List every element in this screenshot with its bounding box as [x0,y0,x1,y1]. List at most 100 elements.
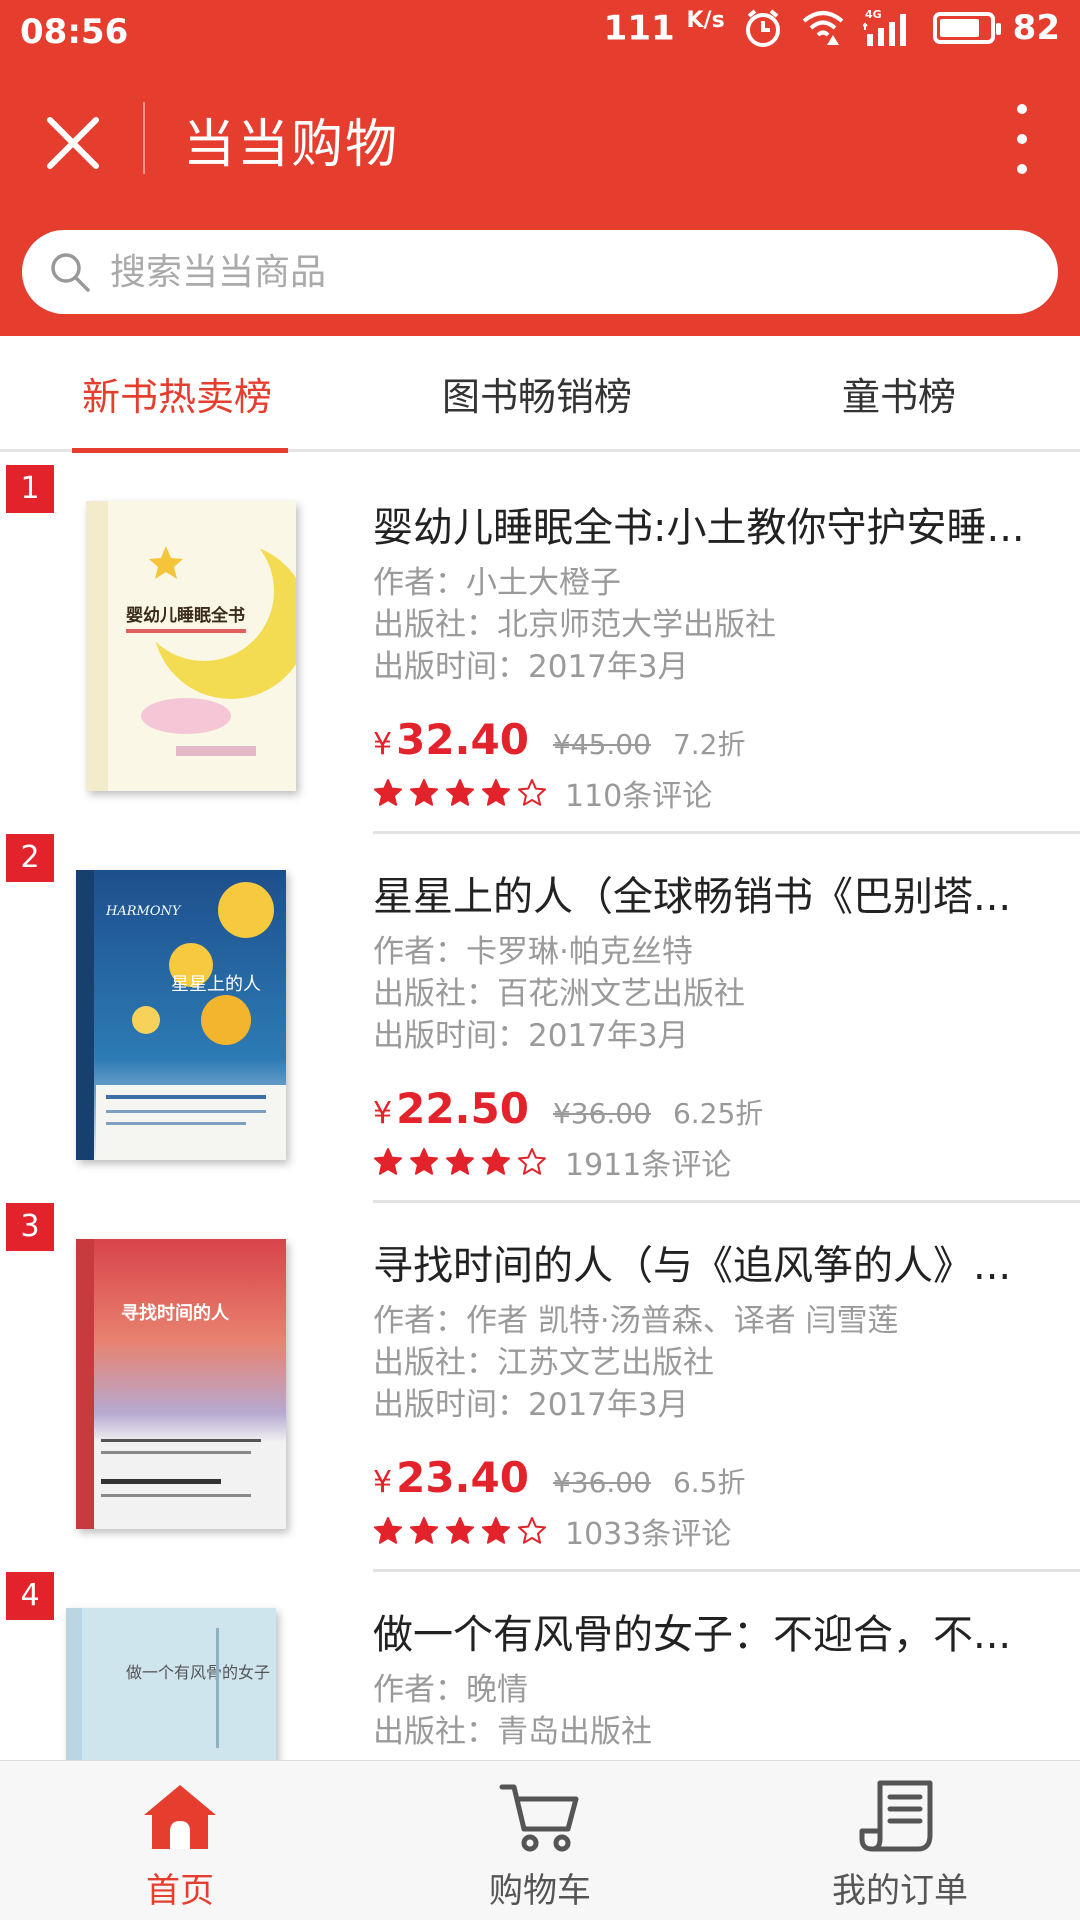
discount: 6.25折 [672,1097,764,1130]
title-bar: 当当购物 [0,90,1080,190]
list-item[interactable]: 3 寻找时间的人 寻找时间的人（与《追风筝的人》... 作者：作者 凯特·汤普森… [0,1203,1080,1572]
rating-row: 1911条评论 [373,1140,731,1184]
cart-icon [499,1784,579,1852]
currency-symbol: ¥ [373,1465,393,1500]
tab-new-books[interactable]: 新书热卖榜 [82,366,272,421]
star-empty-icon [518,779,546,806]
book-publisher: 出版社：百花洲文艺出版社 [373,976,745,1012]
rank-badge: 2 [6,834,54,882]
cover-subtitle: HARMONY [105,904,182,919]
book-publisher: 出版社：北京师范大学出版社 [373,607,776,643]
app-header: 08:56 111 K/s 4G 82 当当购物 [0,0,1080,336]
battery-percent: 82 [1012,8,1060,49]
more-menu-icon[interactable] [1002,104,1042,174]
star-rating [373,778,553,808]
book-author: 作者：小土大橙子 [373,565,621,601]
nav-orders[interactable]: 我的订单 [790,1779,1010,1912]
book-cover[interactable]: 婴幼儿睡眠全书 [86,501,296,791]
signal-icon: 4G [862,8,906,47]
cover-art: 寻找时间的人 [76,1239,286,1529]
book-title[interactable]: 做一个有风骨的女子：不迎合，不... [373,1602,1043,1660]
currency-symbol: ¥ [373,727,393,762]
book-cover[interactable]: 寻找时间的人 [76,1239,286,1529]
network-speed-value: 111 [603,8,675,49]
star-empty-icon [518,1517,546,1544]
cover-title: 做一个有风骨的女子 [126,1663,270,1682]
list-item[interactable]: 2 HARMONY 星星上的人 星星上的人（全球畅销书《巴别塔... 作者：卡罗… [0,834,1080,1203]
alarm-icon [745,9,780,48]
list-item[interactable]: 1 婴幼儿睡眠全书 婴幼儿睡眠全书:小土教你守护安睡... 作者：小土大橙子 出… [0,465,1080,834]
title-divider [143,102,145,174]
rank-badge: 3 [6,1203,54,1251]
star-filled-icon [482,1517,510,1544]
cover-title: 婴幼儿睡眠全书 [126,605,245,626]
discount: 6.5折 [672,1466,746,1499]
home-icon [144,1785,216,1849]
star-empty-icon [518,1148,546,1175]
nav-cart[interactable]: 购物车 [430,1779,650,1912]
nav-label: 我的订单 [832,1871,968,1911]
star-filled-icon [482,779,510,806]
book-publisher: 出版社：江苏文艺出版社 [373,1345,714,1381]
close-icon[interactable] [40,110,106,176]
battery-level [939,19,980,38]
price-row: ¥ 22.50 ¥36.00 6.25折 [373,1084,763,1133]
cover-art: 婴幼儿睡眠全书 [86,501,296,791]
bottom-nav: 首页 购物车 我的订单 [0,1760,1080,1920]
book-title[interactable]: 星星上的人（全球畅销书《巴别塔... [373,864,1043,922]
discount: 7.2折 [672,728,746,761]
status-bar: 08:56 111 K/s 4G 82 [0,0,1080,64]
book-publisher: 出版社：青岛出版社 [373,1714,652,1750]
star-filled-icon [410,779,438,806]
review-count[interactable]: 110条评论 [565,771,712,815]
rank-badge: 1 [6,465,54,513]
cover-title: 寻找时间的人 [121,1302,230,1324]
tab-bestsellers[interactable]: 图书畅销榜 [442,366,632,421]
original-price: ¥45.00 [552,728,651,761]
review-count[interactable]: 1911条评论 [565,1140,731,1184]
star-filled-icon [374,1148,402,1175]
star-rating [373,1516,553,1546]
search-icon [51,253,90,292]
search-input[interactable] [110,251,1010,293]
book-author: 作者：作者 凯特·汤普森、译者 闫雪莲 [373,1303,899,1339]
book-list: 1 婴幼儿睡眠全书 婴幼儿睡眠全书:小土教你守护安睡... 作者：小土大橙子 出… [0,465,1080,1760]
tab-children-books[interactable]: 童书榜 [842,366,956,421]
star-filled-icon [446,1517,474,1544]
ranking-tabs: 新书热卖榜 图书畅销榜 童书榜 [0,336,1080,453]
review-count[interactable]: 1033条评论 [565,1509,731,1553]
book-title[interactable]: 婴幼儿睡眠全书:小土教你守护安睡... [373,495,1043,553]
book-author: 作者：卡罗琳·帕克丝特 [373,934,693,970]
network-speed: 111 K/s [604,8,725,48]
sale-price: 23.40 [396,1453,529,1502]
cover-art: HARMONY 星星上的人 [76,870,286,1160]
nav-home[interactable]: 首页 [70,1779,290,1912]
original-price: ¥36.00 [552,1097,651,1130]
nav-label: 购物车 [489,1871,591,1911]
book-pub-date: 出版时间：2017年3月 [373,649,689,685]
battery-icon [932,12,1001,45]
star-rating [373,1147,553,1177]
book-cover[interactable]: HARMONY 星星上的人 [76,870,286,1160]
network-speed-unit: K/s [686,8,725,33]
book-pub-date: 出版时间：2017年3月 [373,1018,689,1054]
original-price: ¥36.00 [552,1466,651,1499]
book-cover[interactable]: 做一个有风骨的女子 [66,1608,276,1760]
book-title[interactable]: 寻找时间的人（与《追风筝的人》... [373,1233,1043,1291]
cover-title: 星星上的人 [171,974,261,995]
star-filled-icon [374,779,402,806]
rank-badge: 4 [6,1572,54,1620]
star-filled-icon [410,1148,438,1175]
price-row: ¥ 23.40 ¥36.00 6.5折 [373,1453,745,1502]
sale-price: 32.40 [396,715,529,764]
rating-row: 110条评论 [373,771,712,815]
orders-icon [859,1780,933,1852]
status-icons: 111 K/s 4G 82 [604,8,1060,48]
status-time: 08:56 [20,12,129,52]
cover-art: 做一个有风骨的女子 [66,1608,276,1760]
star-filled-icon [446,779,474,806]
search-bar[interactable] [22,230,1058,314]
book-pub-date: 出版时间：2017年3月 [373,1387,689,1423]
list-item[interactable]: 4 做一个有风骨的女子 做一个有风骨的女子：不迎合，不... 作者：晚情 出版社… [0,1572,1080,1760]
nav-label: 首页 [146,1871,214,1911]
